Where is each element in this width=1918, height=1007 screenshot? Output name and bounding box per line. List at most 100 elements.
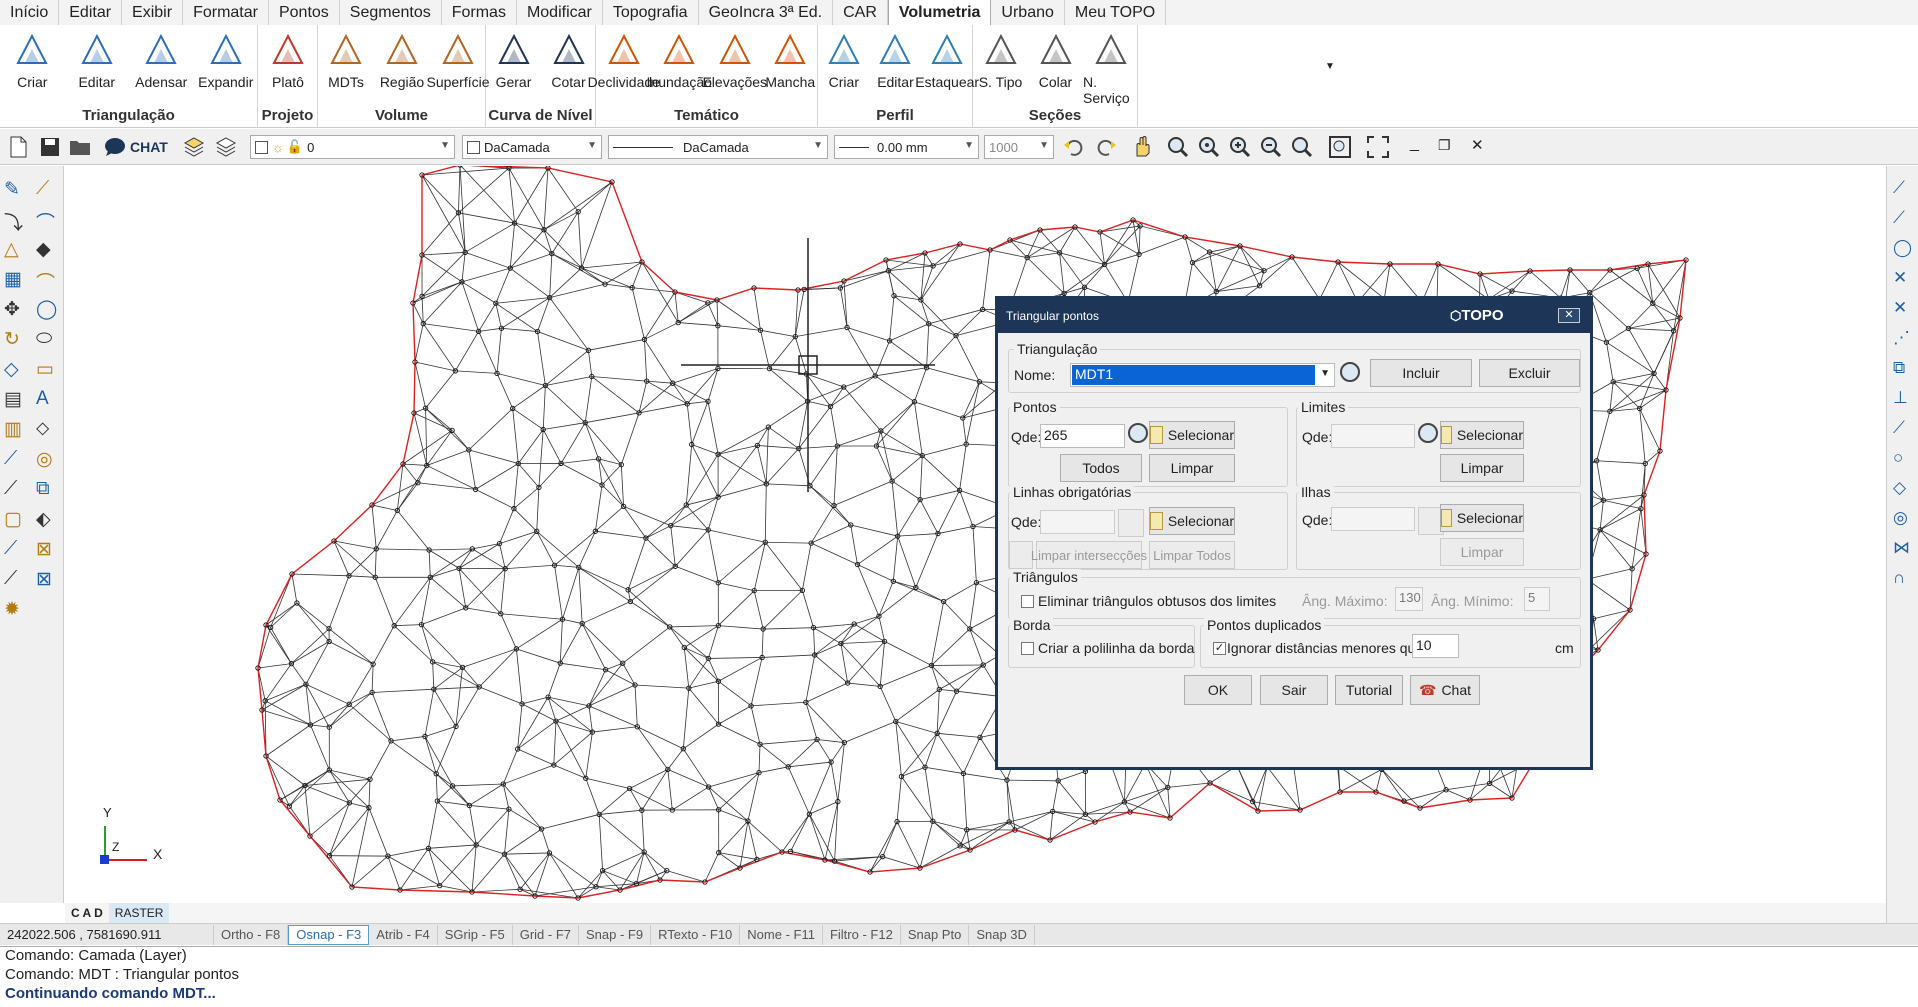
pick-mdt-button[interactable] xyxy=(1340,362,1360,385)
ribbon-button[interactable]: Declividade xyxy=(588,31,660,90)
ribbon-button[interactable]: Editar xyxy=(870,31,922,90)
menu-tab[interactable]: Volumetria xyxy=(887,0,992,25)
draw-tool-icon[interactable]: ⧉ xyxy=(36,478,50,500)
linhas-extra-button[interactable] xyxy=(1009,541,1033,569)
ribbon-button[interactable]: N. Serviço xyxy=(1083,31,1138,106)
ribbon-button[interactable]: Superfície xyxy=(426,31,490,90)
ribbon-more-icon[interactable]: ▼ xyxy=(1325,61,1335,72)
drawing-canvas[interactable]: Y X Z xyxy=(65,162,1885,903)
limpar-todos-button[interactable]: Limpar Todos xyxy=(1149,541,1235,569)
ilhas-qde-field[interactable] xyxy=(1331,507,1415,531)
tab-raster[interactable]: RASTER xyxy=(108,903,170,923)
menu-tab[interactable]: CAR xyxy=(833,0,888,25)
layer-manager-icon[interactable] xyxy=(214,135,238,159)
chat-button[interactable]: CHAT xyxy=(104,137,168,157)
draw-tool-icon[interactable]: ◇ xyxy=(4,358,19,381)
draw-tool-icon[interactable]: ⬦ xyxy=(36,418,49,440)
limpar-intersecoes-button[interactable]: Limpar intersecções xyxy=(1031,541,1147,569)
status-toggle[interactable]: Atrib - F4 xyxy=(369,924,438,945)
snap-tool-icon[interactable]: ⋰ xyxy=(1893,328,1910,348)
ok-button[interactable]: OK xyxy=(1184,675,1252,705)
tutorial-button[interactable]: Tutorial xyxy=(1335,675,1403,705)
layer-select[interactable]: ☼ 🔓 0 ▼ xyxy=(250,135,455,159)
status-toggle[interactable]: Grid - F7 xyxy=(513,924,580,945)
limites-qde-field[interactable] xyxy=(1331,424,1415,448)
ribbon-button[interactable]: Platô xyxy=(258,31,318,90)
excluir-button[interactable]: Excluir xyxy=(1479,359,1580,387)
layers-icon[interactable] xyxy=(182,135,206,159)
ribbon-button[interactable]: Região xyxy=(374,31,430,90)
snap-tool-icon[interactable]: ◯ xyxy=(1893,238,1912,258)
draw-tool-icon[interactable]: ⬭ xyxy=(36,328,52,350)
ignorar-checkbox[interactable]: ✓ xyxy=(1213,642,1226,655)
pontos-qde-field[interactable]: 265 xyxy=(1040,424,1125,448)
draw-tool-icon[interactable]: ⊠ xyxy=(36,568,52,591)
draw-tool-icon[interactable]: ⟋ xyxy=(4,568,17,590)
draw-tool-icon[interactable]: ▤ xyxy=(4,388,22,411)
status-toggle[interactable]: Nome - F11 xyxy=(740,924,823,945)
draw-tool-icon[interactable]: ▭ xyxy=(36,358,54,381)
draw-tool-icon[interactable]: ⌒ xyxy=(36,208,55,235)
ribbon-button[interactable]: Colar xyxy=(1028,31,1083,90)
linhas-selecionar-button[interactable]: Selecionar xyxy=(1149,507,1235,535)
fullscreen-icon[interactable] xyxy=(1366,135,1390,159)
lineweight-select[interactable]: 0.00 mm ▼ xyxy=(834,135,979,159)
menu-tab[interactable]: Formas xyxy=(442,0,517,25)
ribbon-button[interactable]: Inundação xyxy=(647,31,712,90)
menu-tab[interactable]: Exibir xyxy=(122,0,184,25)
open-folder-icon[interactable] xyxy=(68,135,92,159)
status-toggle[interactable]: Snap Pto xyxy=(901,924,970,945)
pontos-todos-button[interactable]: Todos xyxy=(1060,454,1142,482)
draw-tool-icon[interactable]: ▥ xyxy=(4,418,22,441)
menu-tab[interactable]: Formatar xyxy=(183,0,269,25)
pontos-limpar-button[interactable]: Limpar xyxy=(1149,454,1235,482)
ang-min-field[interactable]: 5 xyxy=(1524,587,1550,611)
snap-tool-icon[interactable]: ⟋ xyxy=(1893,208,1905,228)
draw-tool-icon[interactable]: ⟋ xyxy=(4,538,17,560)
draw-tool-icon[interactable]: ✥ xyxy=(4,298,20,321)
status-toggle[interactable]: Filtro - F12 xyxy=(823,924,901,945)
linhas-pick-button[interactable] xyxy=(1118,509,1144,537)
ribbon-button[interactable]: Criar xyxy=(0,31,65,90)
zoom-in-icon[interactable] xyxy=(1228,135,1252,159)
status-toggle[interactable]: Snap 3D xyxy=(969,924,1035,945)
snap-tool-icon[interactable]: ◎ xyxy=(1893,508,1908,528)
tab-cad[interactable]: C A D xyxy=(65,903,109,923)
minimize-icon[interactable]: _ xyxy=(1410,135,1419,153)
redo-icon[interactable] xyxy=(1094,135,1118,159)
linhas-qde-field[interactable] xyxy=(1040,510,1115,534)
sair-button[interactable]: Sair xyxy=(1260,675,1328,705)
chat-dialog-button[interactable]: ☎ Chat xyxy=(1410,675,1480,705)
draw-tool-icon[interactable]: ⟋ xyxy=(36,178,49,200)
draw-tool-icon[interactable]: ◆ xyxy=(36,238,51,261)
status-toggle[interactable]: Osnap - F3 xyxy=(288,924,370,945)
limites-limpar-button[interactable]: Limpar xyxy=(1440,454,1524,482)
linetype-select[interactable]: DaCamada ▼ xyxy=(608,135,828,159)
criar-borda-checkbox[interactable] xyxy=(1021,642,1034,655)
draw-tool-icon[interactable]: ⊠ xyxy=(36,538,52,561)
snap-tool-icon[interactable]: ∩ xyxy=(1893,568,1905,588)
pick-limites-button[interactable] xyxy=(1418,423,1438,446)
draw-tool-icon[interactable]: ⟋ xyxy=(4,448,17,470)
menu-tab[interactable]: Pontos xyxy=(269,0,340,25)
draw-tool-icon[interactable]: ✎ xyxy=(4,178,20,201)
ribbon-button[interactable]: Criar xyxy=(818,31,870,90)
snap-tool-icon[interactable]: ⟋ xyxy=(1893,178,1905,198)
menu-tab[interactable]: Topografia xyxy=(603,0,699,25)
snap-tool-icon[interactable]: ⋈ xyxy=(1893,538,1910,558)
draw-tool-icon[interactable]: ◯ xyxy=(36,298,57,321)
snap-tool-icon[interactable]: ✕ xyxy=(1893,298,1907,318)
draw-tool-icon[interactable]: ◎ xyxy=(36,448,53,471)
color-select[interactable]: DaCamada ▼ xyxy=(462,135,602,159)
menu-tab[interactable]: Editar xyxy=(59,0,123,25)
ribbon-button[interactable]: Estaquear xyxy=(915,31,979,90)
draw-tool-icon[interactable]: ▢ xyxy=(4,508,22,531)
draw-tool-icon[interactable]: A xyxy=(36,388,49,410)
dialog-close-button[interactable]: ✕ xyxy=(1558,308,1580,323)
draw-tool-icon[interactable]: ⬖ xyxy=(36,508,51,531)
zoom-window-icon[interactable] xyxy=(1166,135,1190,159)
pontos-selecionar-button[interactable]: Selecionar xyxy=(1149,421,1235,449)
snap-tool-icon[interactable]: ⟋ xyxy=(1893,418,1905,438)
menu-tab[interactable]: Urbano xyxy=(991,0,1065,25)
restore-icon[interactable]: ❐ xyxy=(1438,137,1451,154)
